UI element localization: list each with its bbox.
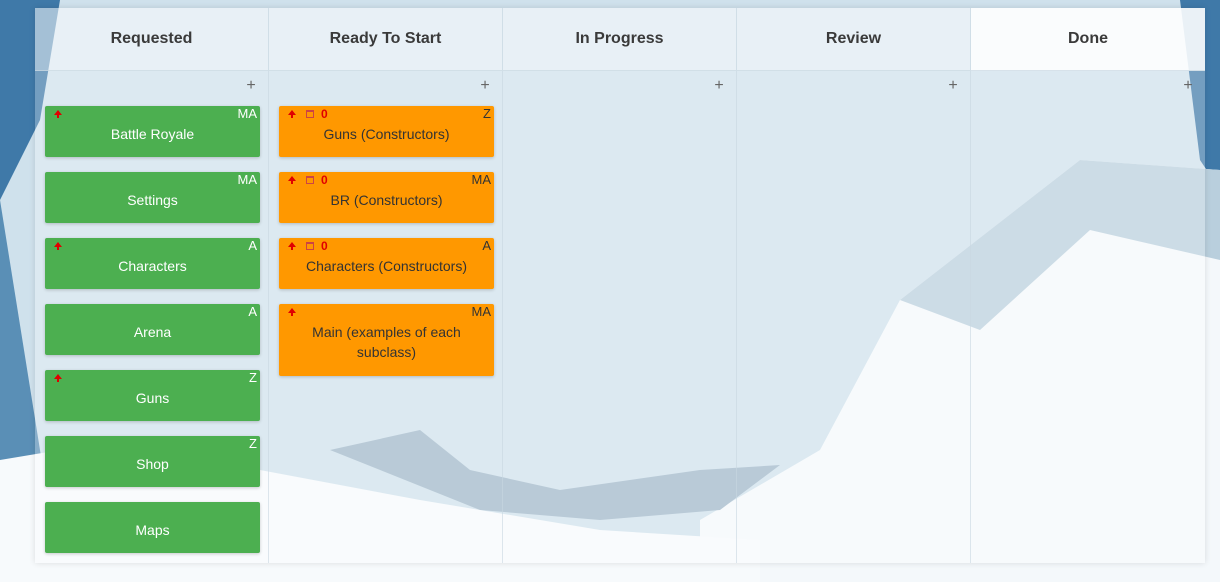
plus-icon[interactable]: + bbox=[946, 78, 960, 94]
assignee-initials: MA bbox=[237, 172, 258, 187]
priority-up-arrow-icon bbox=[54, 374, 62, 382]
calendar-icon bbox=[306, 110, 314, 118]
column-header: Done bbox=[971, 8, 1205, 71]
due-count: 0 bbox=[321, 107, 328, 121]
column-in-progress: In Progress + bbox=[503, 8, 737, 563]
calendar-icon bbox=[306, 242, 314, 250]
card-br-constructors[interactable]: 0 MA BR (Constructors) bbox=[279, 172, 494, 223]
card-characters[interactable]: A Characters bbox=[45, 238, 260, 289]
assignee-initials: Z bbox=[249, 370, 257, 385]
card-shop[interactable]: Z Shop bbox=[45, 436, 260, 487]
column-review: Review + bbox=[737, 8, 971, 563]
column-header: Ready To Start bbox=[269, 8, 502, 71]
card-title: Characters (Constructors) bbox=[305, 258, 468, 274]
column-done: Done + bbox=[971, 8, 1205, 563]
priority-up-arrow-icon bbox=[288, 308, 296, 316]
card-maps[interactable]: Maps bbox=[45, 502, 260, 553]
assignee-initials: A bbox=[248, 238, 257, 253]
assignee-initials: MA bbox=[237, 106, 258, 121]
column-header: In Progress bbox=[503, 8, 736, 71]
column-header: Requested bbox=[35, 8, 268, 71]
card-title: Characters bbox=[118, 258, 187, 274]
card-guns-constructors[interactable]: 0 Z Guns (Constructors) bbox=[279, 106, 494, 157]
card-characters-constructors[interactable]: 0 A Characters (Constructors) bbox=[279, 238, 494, 289]
card-title: BR (Constructors) bbox=[330, 192, 443, 208]
card-main-examples[interactable]: MA Main (examples of each subclass) bbox=[279, 304, 494, 376]
assignee-initials: MA bbox=[471, 304, 492, 319]
assignee-initials: Z bbox=[483, 106, 491, 121]
card-title: Guns (Constructors) bbox=[323, 126, 450, 142]
card-title: Settings bbox=[127, 192, 178, 208]
plus-icon[interactable]: + bbox=[244, 78, 258, 94]
card-arena[interactable]: A Arena bbox=[45, 304, 260, 355]
card-title: Guns bbox=[135, 390, 170, 406]
card-guns[interactable]: Z Guns bbox=[45, 370, 260, 421]
priority-up-arrow-icon bbox=[288, 176, 296, 184]
priority-up-arrow-icon bbox=[288, 110, 296, 118]
column-ready-to-start: Ready To Start + 0 Z Guns (Constructors)… bbox=[269, 8, 503, 563]
priority-up-arrow-icon bbox=[54, 110, 62, 118]
due-count: 0 bbox=[321, 239, 328, 253]
column-requested: Requested + MA Battle Royale MA Settings… bbox=[35, 8, 269, 563]
card-title: Maps bbox=[135, 522, 170, 538]
assignee-initials: A bbox=[482, 238, 491, 253]
assignee-initials: MA bbox=[471, 172, 492, 187]
card-title: Shop bbox=[136, 456, 169, 472]
priority-up-arrow-icon bbox=[288, 242, 296, 250]
card-settings[interactable]: MA Settings bbox=[45, 172, 260, 223]
priority-up-arrow-icon bbox=[54, 242, 62, 250]
plus-icon[interactable]: + bbox=[712, 78, 726, 94]
kanban-board: Requested + MA Battle Royale MA Settings… bbox=[35, 8, 1205, 563]
due-count: 0 bbox=[321, 173, 328, 187]
assignee-initials: A bbox=[248, 304, 257, 319]
card-title: Main (examples of each subclass) bbox=[312, 324, 461, 360]
card-title: Arena bbox=[133, 324, 172, 340]
card-battle-royale[interactable]: MA Battle Royale bbox=[45, 106, 260, 157]
assignee-initials: Z bbox=[249, 436, 257, 451]
column-header: Review bbox=[737, 8, 970, 71]
card-title: Battle Royale bbox=[110, 126, 195, 142]
plus-icon[interactable]: + bbox=[1181, 78, 1195, 94]
calendar-icon bbox=[306, 176, 314, 184]
plus-icon[interactable]: + bbox=[478, 78, 492, 94]
